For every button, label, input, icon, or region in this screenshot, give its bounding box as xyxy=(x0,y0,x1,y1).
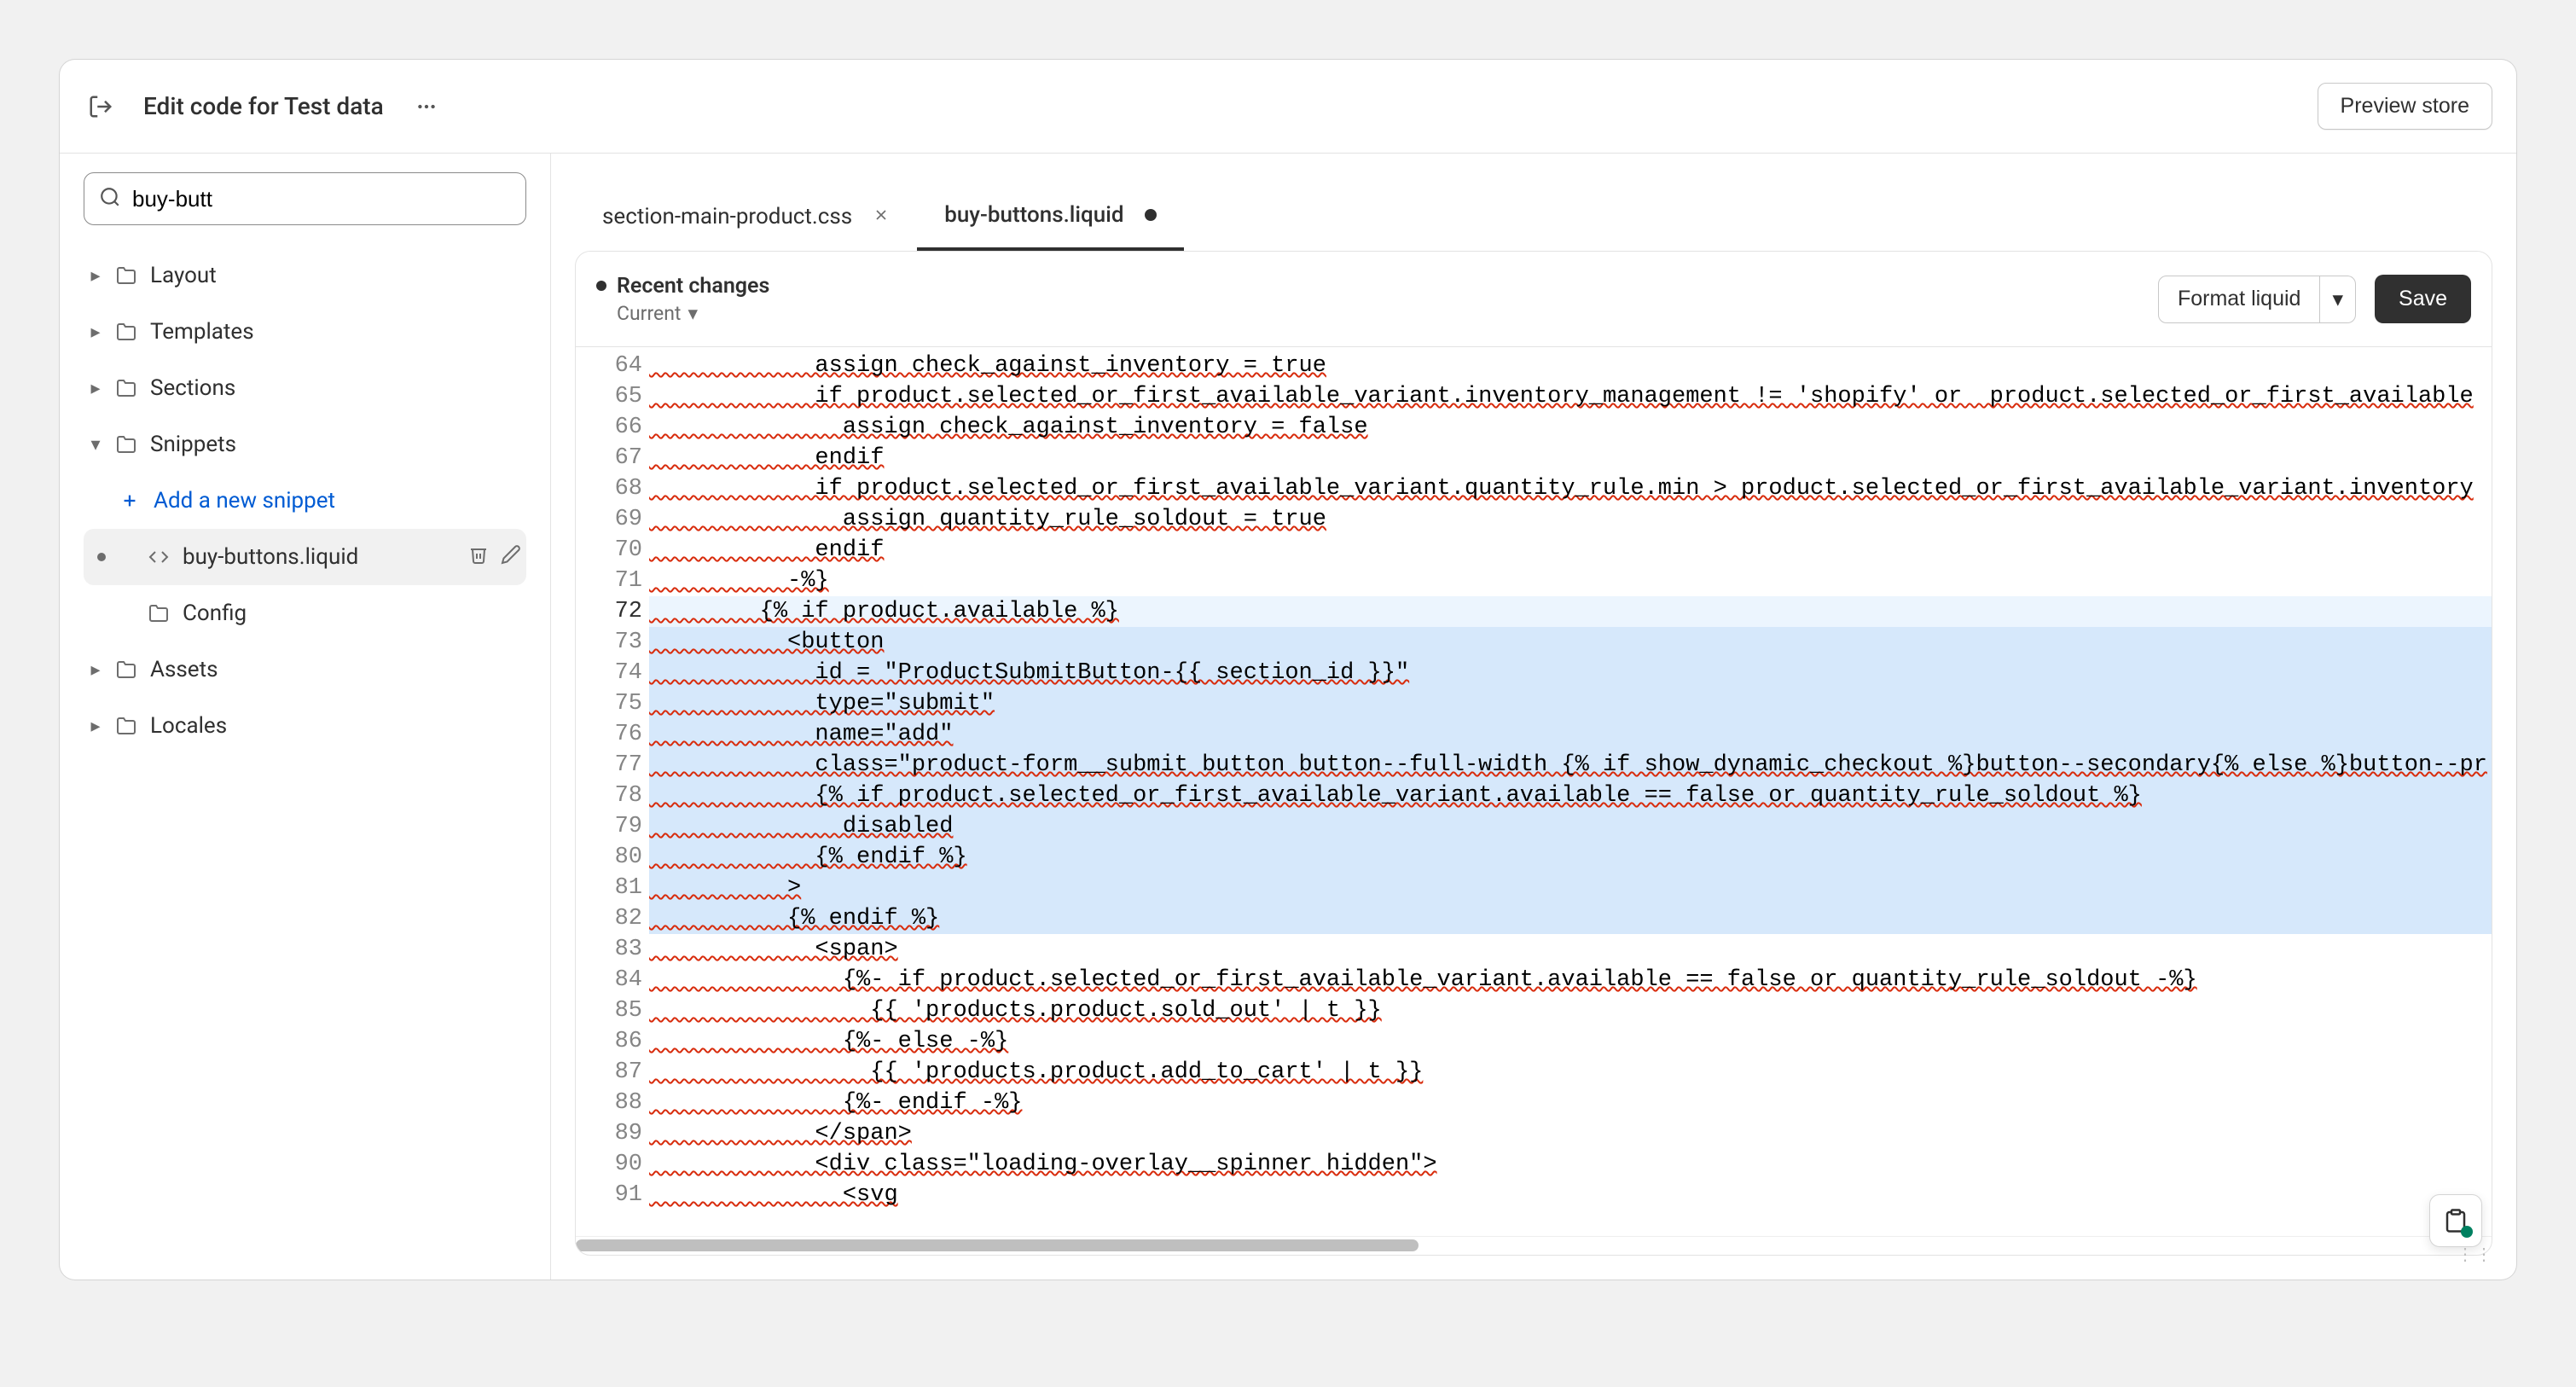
scroll-thumb[interactable] xyxy=(576,1239,1419,1251)
chevron-right-icon: ▸ xyxy=(84,378,107,399)
folder-label: Assets xyxy=(150,657,218,682)
horizontal-scrollbar[interactable] xyxy=(576,1236,2492,1255)
recent-changes-label[interactable]: Recent changes xyxy=(596,274,769,299)
editor-toolbar: Recent changes Current ▾ Format liquid ▾… xyxy=(576,252,2492,347)
plus-icon xyxy=(114,491,145,510)
folder-assets[interactable]: ▸ Assets xyxy=(84,641,526,698)
folder-icon xyxy=(111,265,142,286)
chevron-right-icon: ▸ xyxy=(84,265,107,287)
tab-buy-buttons[interactable]: buy-buttons.liquid xyxy=(917,183,1183,251)
add-snippet-label: Add a new snippet xyxy=(154,488,335,514)
chevron-down-icon: ▾ xyxy=(2332,287,2343,311)
x-icon xyxy=(873,206,890,223)
preview-store-button[interactable]: Preview store xyxy=(2318,83,2492,130)
line-number-gutter: 6465666768697071727374757677787980818283… xyxy=(576,347,649,1236)
search-icon xyxy=(99,186,121,212)
folder-sections[interactable]: ▸ Sections xyxy=(84,360,526,416)
tab-label: buy-buttons.liquid xyxy=(944,202,1123,228)
resize-handle-icon[interactable]: ⋮⋮ xyxy=(2457,1244,2494,1264)
chevron-right-icon: ▸ xyxy=(84,659,107,681)
folder-config[interactable]: Config xyxy=(84,585,526,641)
rename-file-button[interactable] xyxy=(501,544,521,571)
close-tab-button[interactable] xyxy=(873,204,890,229)
folder-icon xyxy=(111,716,142,736)
version-selector[interactable]: Current ▾ xyxy=(617,302,769,325)
save-button[interactable]: Save xyxy=(2375,275,2471,323)
folder-label: Locales xyxy=(150,713,227,739)
folder-icon xyxy=(111,378,142,398)
code-area[interactable]: assign check_against_inventory = true if… xyxy=(649,347,2492,1236)
folder-label: Config xyxy=(183,601,247,626)
dots-horizontal-icon xyxy=(415,96,438,118)
file-search-input[interactable] xyxy=(84,172,526,225)
file-explorer-sidebar: ▸ Layout ▸ Templates ▸ Sections ▾ Snippe… xyxy=(60,154,551,1280)
version-label: Current xyxy=(617,302,681,325)
chevron-right-icon: ▸ xyxy=(84,322,107,343)
code-editor[interactable]: 6465666768697071727374757677787980818283… xyxy=(576,347,2492,1236)
folder-locales[interactable]: ▸ Locales xyxy=(84,698,526,754)
folder-label: Templates xyxy=(150,319,254,345)
editor-tabs: section-main-product.css buy-buttons.liq… xyxy=(575,183,2492,251)
folder-label: Layout xyxy=(150,263,217,288)
chevron-down-icon: ▾ xyxy=(688,302,698,325)
folder-layout[interactable]: ▸ Layout xyxy=(84,247,526,304)
format-dropdown-button[interactable]: ▾ xyxy=(2320,276,2356,323)
add-snippet-button[interactable]: Add a new snippet xyxy=(84,473,526,529)
folder-templates[interactable]: ▸ Templates xyxy=(84,304,526,360)
badge-dot-icon xyxy=(2461,1226,2473,1238)
folder-icon xyxy=(111,434,142,455)
page-title: Edit code for Test data xyxy=(143,92,384,120)
tab-section-main-product[interactable]: section-main-product.css xyxy=(575,183,917,251)
pencil-icon xyxy=(501,544,521,565)
chevron-right-icon: ▸ xyxy=(84,716,107,737)
exit-button[interactable] xyxy=(84,90,118,124)
exit-icon xyxy=(88,94,113,119)
chevron-down-icon: ▾ xyxy=(84,434,107,456)
file-buy-buttons[interactable]: buy-buttons.liquid xyxy=(84,529,526,585)
more-actions-button[interactable] xyxy=(406,86,447,127)
delete-file-button[interactable] xyxy=(468,544,489,571)
trash-icon xyxy=(468,544,489,565)
folder-label: Snippets xyxy=(150,432,236,457)
file-label: buy-buttons.liquid xyxy=(183,544,358,570)
code-file-icon xyxy=(143,547,174,567)
folder-icon xyxy=(143,603,174,624)
dirty-indicator-icon xyxy=(97,553,106,561)
folder-label: Sections xyxy=(150,375,235,401)
folder-icon xyxy=(111,322,142,342)
folder-snippets[interactable]: ▾ Snippets xyxy=(84,416,526,473)
folder-icon xyxy=(111,659,142,680)
format-liquid-button[interactable]: Format liquid xyxy=(2158,276,2321,323)
unsaved-dot-icon xyxy=(1145,209,1157,221)
ai-assist-button[interactable] xyxy=(2429,1194,2482,1247)
tab-label: section-main-product.css xyxy=(602,204,852,229)
